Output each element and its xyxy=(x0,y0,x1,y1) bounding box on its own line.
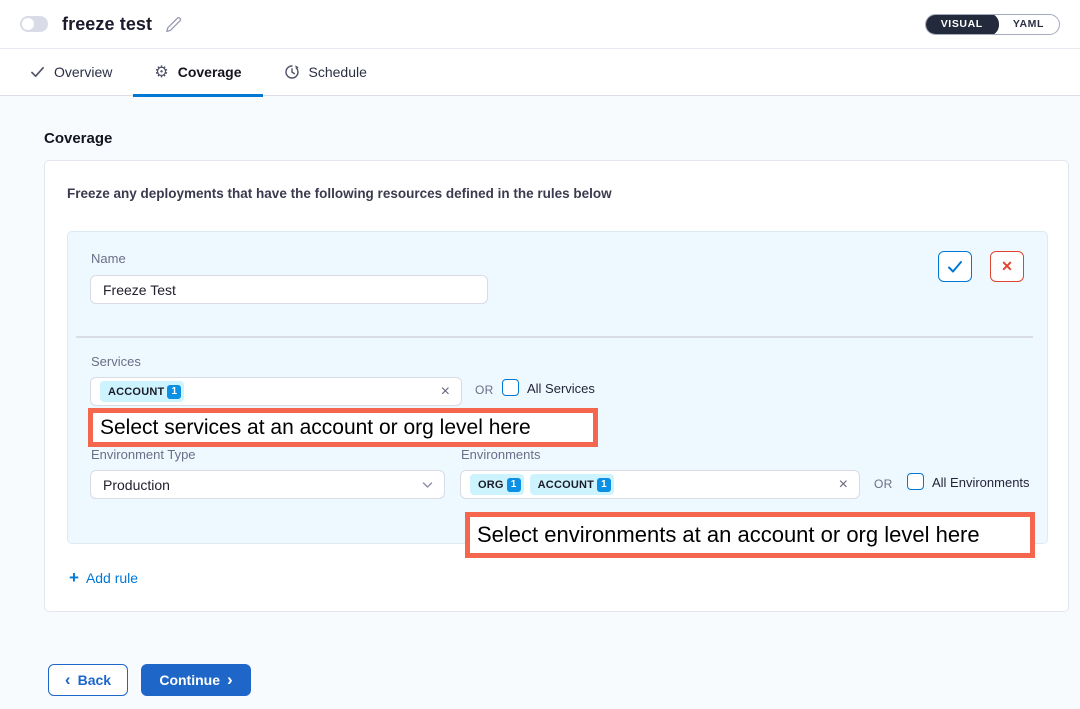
check-icon xyxy=(947,260,963,274)
all-services-label: All Services xyxy=(527,381,595,396)
tab-schedule[interactable]: Schedule xyxy=(263,49,388,95)
rule-panel: Name ✕ Services ACCOUNT 1 × xyxy=(67,231,1048,544)
tag-count-badge: 1 xyxy=(507,478,521,492)
tab-coverage[interactable]: ⚙ Coverage xyxy=(133,49,262,95)
environment-tag-account[interactable]: ACCOUNT 1 xyxy=(530,474,614,495)
add-rule-label: Add rule xyxy=(86,570,138,586)
tab-overview[interactable]: Overview xyxy=(9,49,133,95)
name-input-wrap xyxy=(90,275,488,304)
annotation-services-text: Select services at an account or org lev… xyxy=(100,416,531,440)
all-environments-checkbox[interactable] xyxy=(907,473,924,490)
service-tag-account[interactable]: ACCOUNT 1 xyxy=(100,381,184,402)
confirm-rule-button[interactable] xyxy=(938,251,972,282)
tag-label: ACCOUNT xyxy=(108,386,164,398)
chevron-left-icon: ‹ xyxy=(65,671,71,688)
plus-icon: + xyxy=(69,569,79,586)
environments-input[interactable]: ORG 1 ACCOUNT 1 × xyxy=(460,470,860,499)
environment-tag-org[interactable]: ORG 1 xyxy=(470,474,524,495)
edit-title-button[interactable] xyxy=(165,16,182,33)
environments-label: Environments xyxy=(461,447,540,462)
freeze-enable-toggle[interactable] xyxy=(20,16,48,32)
back-button[interactable]: ‹ Back xyxy=(48,664,128,696)
tab-schedule-label: Schedule xyxy=(309,64,367,80)
page-title: freeze test xyxy=(62,14,152,35)
tag-count-badge: 1 xyxy=(597,478,611,492)
gear-icon: ⚙ xyxy=(154,64,168,80)
freeze-window: freeze test VISUAL YAML Overview ⚙ Cover… xyxy=(0,0,1080,709)
tab-bar: Overview ⚙ Coverage Schedule xyxy=(0,49,1080,96)
clear-environments-icon[interactable]: × xyxy=(837,477,850,493)
services-or-label: OR xyxy=(475,383,494,397)
clock-history-icon xyxy=(284,64,300,80)
x-icon: ✕ xyxy=(1001,258,1013,275)
annotation-environments: Select environments at an account or org… xyxy=(465,512,1035,558)
tag-label: ORG xyxy=(478,479,504,491)
card-heading: Freeze any deployments that have the fol… xyxy=(67,186,612,201)
tag-label: ACCOUNT xyxy=(538,479,594,491)
services-label: Services xyxy=(91,354,141,369)
check-icon xyxy=(30,65,45,79)
annotation-environments-text: Select environments at an account or org… xyxy=(477,522,980,548)
chevron-right-icon: › xyxy=(227,671,233,688)
header: freeze test VISUAL YAML xyxy=(0,0,1080,49)
pencil-icon xyxy=(165,16,182,33)
environment-type-value: Production xyxy=(103,477,170,493)
toggle-knob xyxy=(22,18,34,30)
delete-rule-button[interactable]: ✕ xyxy=(990,251,1024,282)
annotation-services: Select services at an account or org lev… xyxy=(88,408,598,447)
chevron-down-icon xyxy=(422,481,444,489)
environments-or-label: OR xyxy=(874,477,893,491)
environment-type-label: Environment Type xyxy=(91,447,196,462)
name-input[interactable] xyxy=(91,276,487,303)
continue-button[interactable]: Continue › xyxy=(141,664,251,696)
all-services-checkbox[interactable] xyxy=(502,379,519,396)
tab-overview-label: Overview xyxy=(54,64,112,80)
all-environments-label: All Environments xyxy=(932,475,1030,490)
tag-count-badge: 1 xyxy=(167,385,181,399)
name-label: Name xyxy=(91,251,126,266)
visual-toggle-button[interactable]: VISUAL xyxy=(925,14,999,35)
yaml-toggle-button[interactable]: YAML xyxy=(998,14,1059,35)
environment-type-select[interactable]: Production xyxy=(90,470,445,499)
continue-label: Continue xyxy=(159,672,220,688)
services-input[interactable]: ACCOUNT 1 × xyxy=(90,377,462,406)
rule-divider xyxy=(76,336,1033,338)
visual-yaml-toggle: VISUAL YAML xyxy=(925,14,1060,35)
add-rule-button[interactable]: + Add rule xyxy=(69,569,138,586)
tab-coverage-label: Coverage xyxy=(178,64,242,80)
section-title: Coverage xyxy=(44,130,112,147)
back-label: Back xyxy=(78,672,111,688)
clear-services-icon[interactable]: × xyxy=(439,384,452,400)
